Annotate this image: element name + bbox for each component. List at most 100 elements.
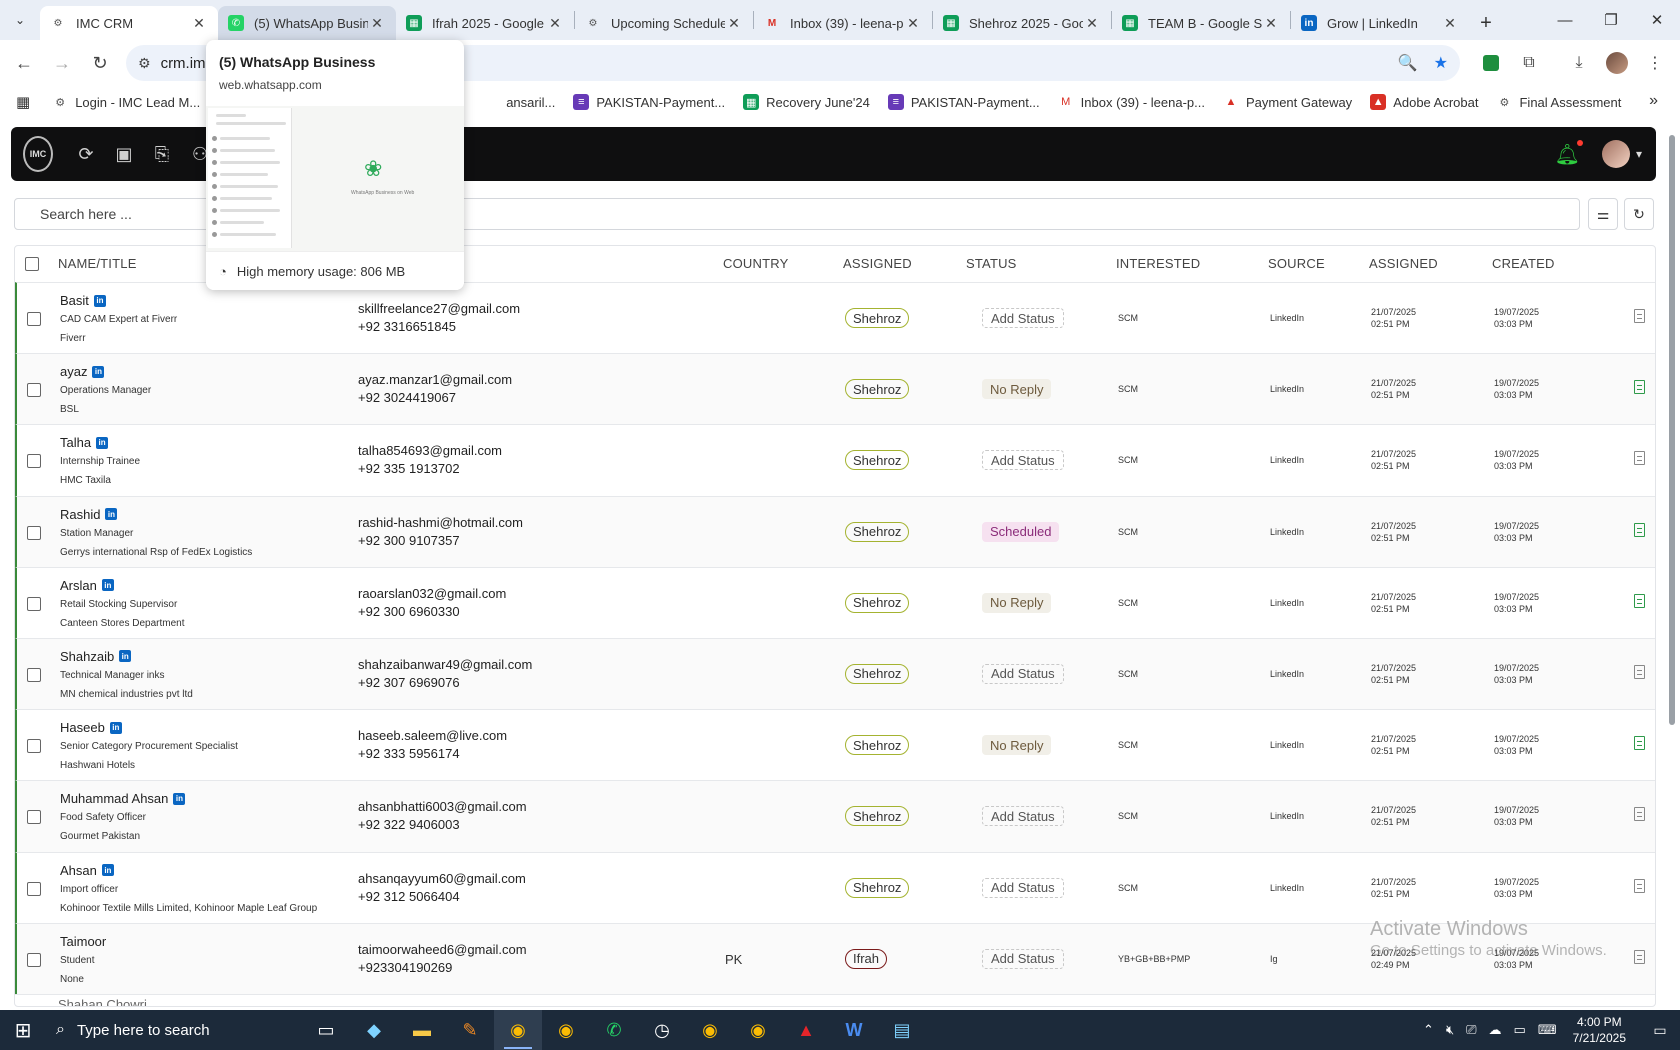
document-icon[interactable]: [1634, 522, 1645, 537]
select-all-checkbox[interactable]: [25, 257, 39, 271]
assigned-badge[interactable]: Shehroz: [845, 735, 910, 756]
document-icon[interactable]: [1634, 451, 1645, 466]
lead-name[interactable]: Ahsan: [60, 863, 97, 878]
copilot-icon[interactable]: ◆: [350, 1010, 398, 1050]
table-row[interactable]: Ahsan in Import officer Kohinoor Textile…: [15, 851, 1655, 923]
imc-logo[interactable]: IMC: [23, 136, 53, 172]
bookmark-item[interactable]: ▲ Payment Gateway: [1223, 94, 1353, 110]
header-created[interactable]: CREATED: [1492, 256, 1555, 271]
header-country[interactable]: COUNTRY: [723, 256, 788, 271]
network-icon[interactable]: ⎚: [1466, 1022, 1476, 1038]
display-icon[interactable]: ▭: [1514, 1022, 1526, 1038]
bookmark-star-icon[interactable]: ★: [1434, 53, 1448, 73]
document-icon[interactable]: [1634, 380, 1645, 395]
chevron-down-icon[interactable]: ▾: [1636, 147, 1642, 161]
bookmark-item[interactable]: M Inbox (39) - leena-p...: [1058, 94, 1205, 110]
close-tab-icon[interactable]: ✕: [1083, 15, 1101, 32]
status-badge[interactable]: Add Status: [982, 308, 1064, 328]
lead-name[interactable]: Haseeb: [60, 720, 105, 735]
taskbar-search[interactable]: ⌕ Type here to search: [46, 1010, 256, 1050]
status-badge[interactable]: Add Status: [982, 948, 1064, 969]
restore-button[interactable]: ❐: [1588, 0, 1634, 40]
document-icon[interactable]: [1634, 949, 1645, 964]
site-info-icon[interactable]: ⚙: [138, 55, 151, 72]
keyboard-icon[interactable]: ⌨: [1538, 1022, 1557, 1038]
assigned-badge[interactable]: Ifrah: [845, 948, 888, 969]
clock-app-icon[interactable]: ◷: [638, 1010, 686, 1050]
chrome-profile-icon[interactable]: ◉: [542, 1010, 590, 1050]
close-tab-icon[interactable]: ✕: [368, 15, 386, 32]
forward-button[interactable]: →: [46, 47, 78, 79]
apps-grid-icon[interactable]: ▦: [16, 93, 30, 111]
row-checkbox[interactable]: [27, 810, 41, 825]
browser-tab[interactable]: ▦ TEAM B - Google Sheets✕: [1112, 6, 1290, 40]
profile-avatar[interactable]: [1600, 46, 1634, 80]
linkedin-icon[interactable]: in: [119, 650, 132, 663]
table-row[interactable]: Arslan in Retail Stocking Supervisor Can…: [15, 566, 1655, 638]
close-window-button[interactable]: ✕: [1634, 0, 1680, 40]
refresh-icon[interactable]: ↻: [1624, 198, 1654, 230]
table-row[interactable]: Haseeb in Senior Category Procurement Sp…: [15, 709, 1655, 781]
notification-center-icon[interactable]: ▭: [1640, 1022, 1680, 1039]
volume-icon[interactable]: 🔇︎: [1446, 1022, 1454, 1038]
linkedin-icon[interactable]: in: [101, 579, 114, 592]
row-checkbox[interactable]: [27, 881, 41, 896]
notification-bell-icon[interactable]: 🔔︎: [1555, 139, 1583, 167]
status-badge[interactable]: Add Status: [982, 663, 1064, 684]
table-row[interactable]: Shahzaib in Technical Manager inks MN ch…: [15, 637, 1655, 710]
chrome-alt2-icon[interactable]: ◉: [734, 1010, 782, 1050]
scrollbar-thumb[interactable]: [1669, 135, 1675, 725]
bookmark-item[interactable]: ⚙ Final Assessment: [1496, 94, 1622, 110]
filter-settings-icon[interactable]: ⚌: [1588, 198, 1618, 230]
row-checkbox[interactable]: [27, 739, 41, 754]
browser-tab[interactable]: ▦ Shehroz 2025 - Google✕: [933, 6, 1111, 40]
table-row[interactable]: ayaz in Operations Manager BSL ayaz.manz…: [15, 353, 1655, 425]
close-tab-icon[interactable]: ✕: [904, 15, 922, 32]
browser-tab[interactable]: in Grow | LinkedIn ✕: [1291, 6, 1469, 40]
weather-icon[interactable]: ☁: [1489, 1022, 1502, 1038]
browser-menu-icon[interactable]: ⋮: [1638, 46, 1672, 80]
whatsapp-icon[interactable]: ✆: [590, 1010, 638, 1050]
row-checkbox[interactable]: [27, 312, 41, 326]
lead-name[interactable]: Arslan: [60, 578, 97, 593]
header-name-title[interactable]: NAME/TITLE: [58, 256, 137, 271]
document-icon[interactable]: [1634, 309, 1645, 323]
row-checkbox[interactable]: [27, 952, 41, 967]
minimize-button[interactable]: —: [1542, 0, 1588, 40]
assigned-badge[interactable]: Shehroz: [845, 592, 910, 613]
assigned-badge[interactable]: Shehroz: [845, 521, 910, 542]
bookmark-item[interactable]: ▲ Adobe Acrobat: [1370, 94, 1478, 110]
header-interested[interactable]: INTERESTED: [1116, 256, 1200, 271]
table-row-partial[interactable]: Shahan Chowri: [15, 993, 1655, 1006]
document-icon[interactable]: [1634, 736, 1645, 751]
status-badge[interactable]: Add Status: [982, 877, 1064, 898]
linkedin-icon[interactable]: in: [109, 721, 122, 734]
status-badge[interactable]: No Reply: [982, 735, 1052, 756]
browser-tab[interactable]: ⚙ IMC CRM ✕: [40, 6, 218, 40]
assigned-badge[interactable]: Shehroz: [845, 877, 910, 898]
task-view-icon[interactable]: ▭: [302, 1010, 350, 1050]
windows-start-icon[interactable]: ⊞: [0, 1010, 46, 1050]
tab-search-button[interactable]: ⌄: [0, 0, 40, 40]
bookmark-item[interactable]: ≡ PAKISTAN-Payment...: [887, 94, 1040, 110]
close-tab-icon[interactable]: ✕: [725, 15, 743, 32]
lead-name[interactable]: Basit: [60, 293, 89, 308]
bookmark-item[interactable]: ansaril...: [506, 95, 555, 110]
status-badge[interactable]: No Reply: [982, 592, 1052, 613]
acrobat-icon[interactable]: ▲: [782, 1010, 830, 1050]
extensions-puzzle-icon[interactable]: ⧉: [1512, 46, 1546, 80]
linkedin-icon[interactable]: in: [96, 436, 109, 449]
app-icon[interactable]: ✎: [446, 1010, 494, 1050]
document-icon[interactable]: [1634, 807, 1645, 822]
bookmarks-overflow-icon[interactable]: »: [1649, 92, 1658, 110]
assigned-badge[interactable]: Shehroz: [845, 379, 910, 400]
system-clock[interactable]: 4:00 PM 7/21/2025: [1573, 1014, 1626, 1046]
lead-name[interactable]: Rashid: [60, 507, 100, 522]
assigned-badge[interactable]: Shehroz: [845, 450, 910, 471]
row-checkbox[interactable]: [27, 525, 41, 540]
user-avatar[interactable]: [1601, 140, 1630, 168]
chrome-alt-icon[interactable]: ◉: [686, 1010, 734, 1050]
status-badge[interactable]: Add Status: [982, 806, 1064, 827]
table-row[interactable]: Talha in Internship Trainee HMC Taxila t…: [15, 424, 1655, 496]
linkedin-icon[interactable]: in: [93, 294, 106, 307]
